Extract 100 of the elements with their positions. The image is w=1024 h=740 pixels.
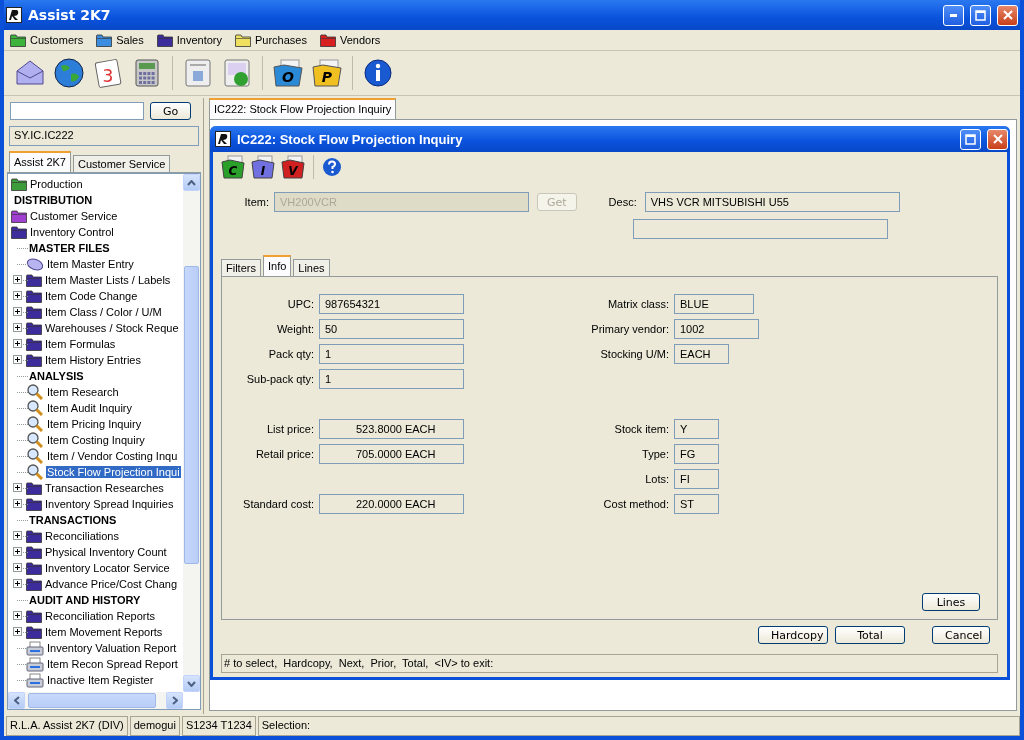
value-field[interactable]: EACH — [674, 343, 729, 364]
tab[interactable]: Customer Service — [72, 155, 171, 172]
value-field[interactable]: 1002 — [674, 318, 759, 339]
status-cell: demogui — [129, 716, 180, 736]
tree-item[interactable]: Item Pricing Inquiry — [46, 418, 143, 430]
value-field[interactable]: FG — [674, 443, 719, 464]
tree-item[interactable]: Inventory Spread Inquiries — [44, 498, 175, 510]
description-field[interactable] — [633, 219, 888, 239]
tree-item[interactable]: Item Recon Spread Report — [46, 658, 179, 670]
expand-icon[interactable] — [13, 323, 22, 332]
menu-item[interactable]: Purchases — [234, 33, 307, 47]
printer-icon — [26, 640, 44, 656]
folder-icon — [26, 577, 42, 591]
tree-item[interactable]: Item Research — [46, 386, 120, 398]
expand-icon[interactable] — [13, 611, 22, 620]
vertical-scrollbar[interactable] — [183, 174, 200, 692]
minimize-button[interactable] — [943, 4, 964, 26]
expand-icon[interactable] — [13, 547, 22, 556]
expand-icon[interactable] — [13, 307, 22, 316]
field-label: Item: — [243, 196, 269, 208]
value-field[interactable]: Y — [674, 418, 719, 439]
tree-item[interactable]: Item Audit Inquiry — [46, 402, 133, 414]
menu-item[interactable]: Vendors — [319, 33, 381, 47]
expand-icon[interactable] — [13, 355, 22, 364]
folder-icon — [26, 561, 42, 575]
value-field[interactable]: 987654321 — [319, 293, 464, 314]
tree-item[interactable]: Item Master Entry — [46, 258, 135, 270]
close-icon — [1002, 10, 1013, 20]
field-label: Pack qty: — [267, 347, 315, 360]
close-button[interactable] — [987, 128, 1008, 150]
tab[interactable]: Lines — [293, 259, 330, 276]
tree-item[interactable]: Warehouses / Stock Reque — [44, 322, 180, 334]
document-tab[interactable]: IC222: Stock Flow Projection Inquiry — [209, 98, 397, 119]
tree-item[interactable]: Transaction Researches — [44, 482, 165, 494]
tree-item[interactable]: Customer Service — [29, 210, 119, 222]
value-field[interactable]: 1 — [319, 368, 464, 389]
description-field[interactable]: VHS VCR MITSUBISHI U55 — [644, 192, 900, 212]
menu-item[interactable]: Sales — [96, 33, 144, 47]
tab[interactable]: Info — [262, 255, 292, 276]
tree-item[interactable]: Item Formulas — [44, 338, 117, 350]
expand-icon[interactable] — [13, 275, 22, 284]
tree-item[interactable]: Reconciliation Reports — [44, 610, 157, 622]
tree-item[interactable]: Inventory Valuation Report — [46, 642, 178, 654]
value-field[interactable]: 1 — [319, 343, 464, 364]
tree-item[interactable]: Item Master Lists / Labels — [44, 274, 172, 286]
value-field[interactable]: 523.8000 EACH — [319, 418, 464, 439]
menu-item[interactable]: Inventory — [156, 33, 222, 47]
tree-item[interactable]: Inventory Locator Service — [44, 562, 171, 574]
expand-icon[interactable] — [13, 531, 22, 540]
tree-item[interactable]: Reconciliations — [44, 530, 120, 542]
value-field[interactable]: 705.0000 EACH — [319, 443, 464, 464]
search-field[interactable] — [10, 102, 144, 120]
expand-icon[interactable] — [13, 499, 22, 508]
go-button[interactable]: Go — [150, 102, 192, 120]
lines-button[interactable]: Lines — [922, 593, 980, 611]
expand-icon[interactable] — [13, 579, 22, 588]
globe-icon[interactable] — [53, 57, 85, 89]
expand-icon[interactable] — [13, 627, 22, 636]
maximize-icon — [965, 133, 976, 145]
tree-item[interactable]: Item / Vendor Costing Inqu — [46, 450, 179, 462]
tree-item[interactable]: Item History Entries — [44, 354, 142, 366]
expand-icon[interactable] — [13, 563, 22, 572]
tree-item[interactable]: Production — [29, 178, 84, 190]
value-field[interactable]: 50 — [319, 318, 464, 339]
dialog-button[interactable]: Hardcopy — [758, 626, 828, 644]
tree-item[interactable]: Advance Price/Cost Chang — [44, 578, 179, 590]
dialog-button[interactable]: Total — [835, 626, 905, 644]
value-field[interactable]: BLUE — [674, 293, 754, 314]
dialog-button[interactable]: Cancel — [932, 626, 990, 644]
tree-item[interactable]: Inactive Item Register — [46, 674, 155, 686]
tab[interactable]: Filters — [221, 259, 261, 276]
value-field[interactable]: FI — [674, 468, 719, 489]
help-icon[interactable] — [322, 157, 342, 177]
close-icon — [992, 134, 1003, 144]
maximize-button[interactable] — [960, 128, 981, 150]
menu-item[interactable]: Customers — [10, 33, 84, 47]
close-button[interactable] — [997, 4, 1018, 26]
tree-item[interactable]: Item Class / Color / U/M — [44, 306, 163, 318]
tree-item[interactable]: Item Costing Inquiry — [46, 434, 146, 446]
field-label: Matrix class: — [606, 297, 669, 310]
tree-item[interactable]: Stock Flow Projection Inqui — [46, 466, 181, 478]
tree-item[interactable]: Item Code Change — [44, 290, 139, 302]
value-field[interactable]: 220.0000 EACH — [319, 493, 464, 514]
expand-icon[interactable] — [13, 291, 22, 300]
tree-item[interactable]: Physical Inventory Count — [44, 546, 168, 558]
info-icon[interactable] — [362, 57, 394, 89]
maximize-button[interactable] — [970, 4, 991, 26]
spreadsheet-chart-icon[interactable] — [221, 57, 253, 89]
expand-icon[interactable] — [13, 483, 22, 492]
expand-icon[interactable] — [13, 339, 22, 348]
value-field[interactable]: ST — [674, 493, 719, 514]
field-label: Cost method: — [602, 497, 669, 510]
horizontal-scrollbar[interactable] — [8, 692, 183, 709]
field-label: Primary vendor: — [590, 322, 669, 335]
calendar-icon[interactable]: 3 — [92, 57, 124, 89]
folder-icon — [26, 481, 42, 495]
printer-icon — [26, 672, 44, 688]
tree-item[interactable]: Item Movement Reports — [44, 626, 164, 638]
tab[interactable]: Assist 2K7 — [9, 151, 71, 172]
tree-item[interactable]: Inventory Control — [29, 226, 115, 238]
